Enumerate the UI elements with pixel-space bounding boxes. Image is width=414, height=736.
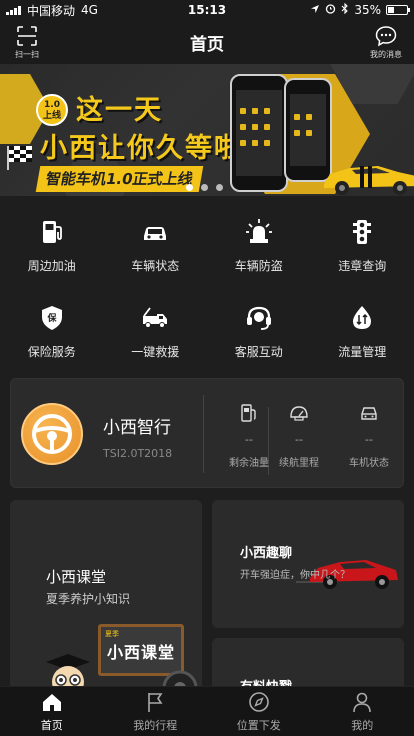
- svg-text:保: 保: [46, 312, 57, 324]
- version-badge: 1.0 上线: [36, 94, 68, 126]
- badge-status: 上线: [42, 111, 61, 121]
- stat-value: --: [295, 433, 303, 446]
- service-label: 客服互动: [234, 344, 283, 359]
- carousel-dot[interactable]: [186, 184, 193, 191]
- gas-station-icon: [42, 220, 62, 243]
- tab-label: 我的行程: [133, 718, 178, 732]
- car-front-icon: [361, 407, 377, 420]
- page-title: 首页: [190, 34, 224, 55]
- network-type: 4G: [81, 3, 98, 17]
- service-violation-query[interactable]: 违章查询: [311, 202, 414, 288]
- service-label: 保险服务: [27, 344, 76, 359]
- tow-truck-icon: [143, 306, 168, 328]
- chat-subtitle: 开车强迫症，你中几个？: [240, 570, 350, 581]
- signal-icon: [6, 5, 21, 15]
- stat-label: 车机状态: [349, 458, 389, 469]
- alarm-icon: [325, 3, 336, 17]
- steering-wheel-avatar: [21, 403, 83, 465]
- tab-label: 位置下发: [236, 718, 281, 732]
- promo-banner[interactable]: 1.0 上线 这一天 小西让你久等啦 智能车机1.0正式上线: [0, 64, 414, 196]
- stat-value: --: [365, 433, 373, 446]
- service-rescue[interactable]: 一键救援: [104, 288, 208, 374]
- user-icon: [353, 692, 372, 712]
- alarm-light-icon: [245, 218, 272, 243]
- banner-headline-2: 小西让你久等啦: [40, 133, 243, 164]
- board-text: 小西课堂: [107, 643, 176, 662]
- banner-headline-1: 这一天: [76, 95, 163, 126]
- service-label: 周边加油: [27, 258, 76, 273]
- stat-label: 续航里程: [279, 458, 319, 469]
- service-vehicle-status[interactable]: 车辆状态: [104, 202, 208, 288]
- car-status-icon: [144, 226, 167, 240]
- data-flow-icon: [353, 305, 372, 329]
- carousel-dot[interactable]: [201, 184, 208, 191]
- tab-my-trips[interactable]: 我的行程: [104, 687, 208, 736]
- banner-ribbon: 智能车机1.0正式上线: [35, 166, 203, 192]
- compass-icon: [248, 691, 269, 712]
- service-label: 车辆防盗: [234, 258, 283, 273]
- clock: 15:13: [187, 3, 227, 17]
- messages-button[interactable]: 我的消息: [364, 24, 408, 60]
- nav-bar: 扫一扫 首页 我的消息: [0, 20, 414, 64]
- status-bar: 中国移动 4G 15:13 35%: [0, 0, 414, 20]
- steering-wheel-icon: [32, 414, 72, 454]
- chat-title: 小西趣聊: [240, 546, 293, 561]
- service-label: 一键救援: [131, 344, 180, 359]
- stat-value: --: [245, 433, 253, 446]
- service-nearby-gas[interactable]: 周边加油: [0, 202, 104, 288]
- class-card[interactable]: 小西课堂 夏季养护小知识 夏季 小西课堂: [10, 500, 202, 700]
- service-data-management[interactable]: 流量管理: [311, 288, 414, 374]
- speedometer-icon: [290, 406, 308, 421]
- stat-range[interactable]: -- 续航里程: [264, 403, 334, 469]
- insurance-shield-icon: 保: [41, 305, 62, 330]
- battery-percent: 35%: [354, 3, 381, 17]
- service-label: 车辆状态: [131, 258, 180, 273]
- flag-icon: [148, 692, 163, 712]
- vehicle-model: TSI2.0T2018: [103, 447, 173, 460]
- board-tag: 夏季: [105, 630, 119, 638]
- scan-button[interactable]: 扫一扫: [5, 24, 49, 60]
- scan-label: 扫一扫: [15, 50, 39, 59]
- bluetooth-icon: [341, 2, 349, 17]
- service-anti-theft[interactable]: 车辆防盗: [207, 202, 311, 288]
- stat-label: 剩余油量: [229, 458, 269, 469]
- stat-device-status[interactable]: -- 车机状态: [334, 403, 404, 469]
- service-label: 违章查询: [338, 258, 387, 273]
- class-subtitle: 夏季养护小知识: [46, 592, 131, 606]
- battery-icon: [386, 5, 410, 15]
- tab-home[interactable]: 首页: [0, 687, 104, 736]
- phone-mockup: [230, 74, 288, 192]
- tab-label: 我的: [351, 718, 374, 732]
- carousel-dot[interactable]: [216, 184, 223, 191]
- fuel-pump-icon: [241, 404, 256, 422]
- service-customer-support[interactable]: 客服互动: [207, 288, 311, 374]
- carrier-name: 中国移动: [27, 3, 76, 18]
- tab-bar: 首页 我的行程 位置下发 我的: [0, 686, 414, 736]
- traffic-light-icon: [353, 219, 372, 244]
- tab-label: 首页: [40, 718, 63, 732]
- location-icon: [310, 3, 320, 17]
- tab-profile[interactable]: 我的: [311, 687, 414, 736]
- yellow-car-illustration: [324, 166, 414, 195]
- status-right: 35%: [268, 2, 410, 17]
- checkered-flag-icon: [7, 146, 32, 170]
- scan-icon: [17, 26, 37, 46]
- tab-location-send[interactable]: 位置下发: [207, 687, 311, 736]
- service-insurance[interactable]: 保 保险服务: [0, 288, 104, 374]
- messages-label: 我的消息: [370, 50, 402, 59]
- divider: [203, 395, 204, 473]
- status-left: 中国移动 4G: [6, 2, 146, 19]
- service-grid: 周边加油 车辆状态 车辆防盗 违章查询 保 保险服务 一键救援 客服互动 流量管…: [0, 196, 414, 372]
- carousel-indicator[interactable]: [186, 184, 223, 191]
- vehicle-name: 小西智行: [103, 418, 171, 438]
- class-title: 小西课堂: [46, 568, 107, 586]
- headset-icon: [246, 306, 271, 330]
- badge-version: 1.0: [44, 100, 60, 110]
- home-icon: [42, 693, 61, 711]
- service-label: 流量管理: [338, 344, 387, 359]
- vehicle-card[interactable]: 小西智行 TSI2.0T2018 -- 剩余油量 -- 续航里程 -- 车机状态: [10, 378, 404, 488]
- chat-bubble-icon: [375, 26, 397, 47]
- chat-card[interactable]: 小西趣聊 开车强迫症，你中几个？: [212, 500, 404, 628]
